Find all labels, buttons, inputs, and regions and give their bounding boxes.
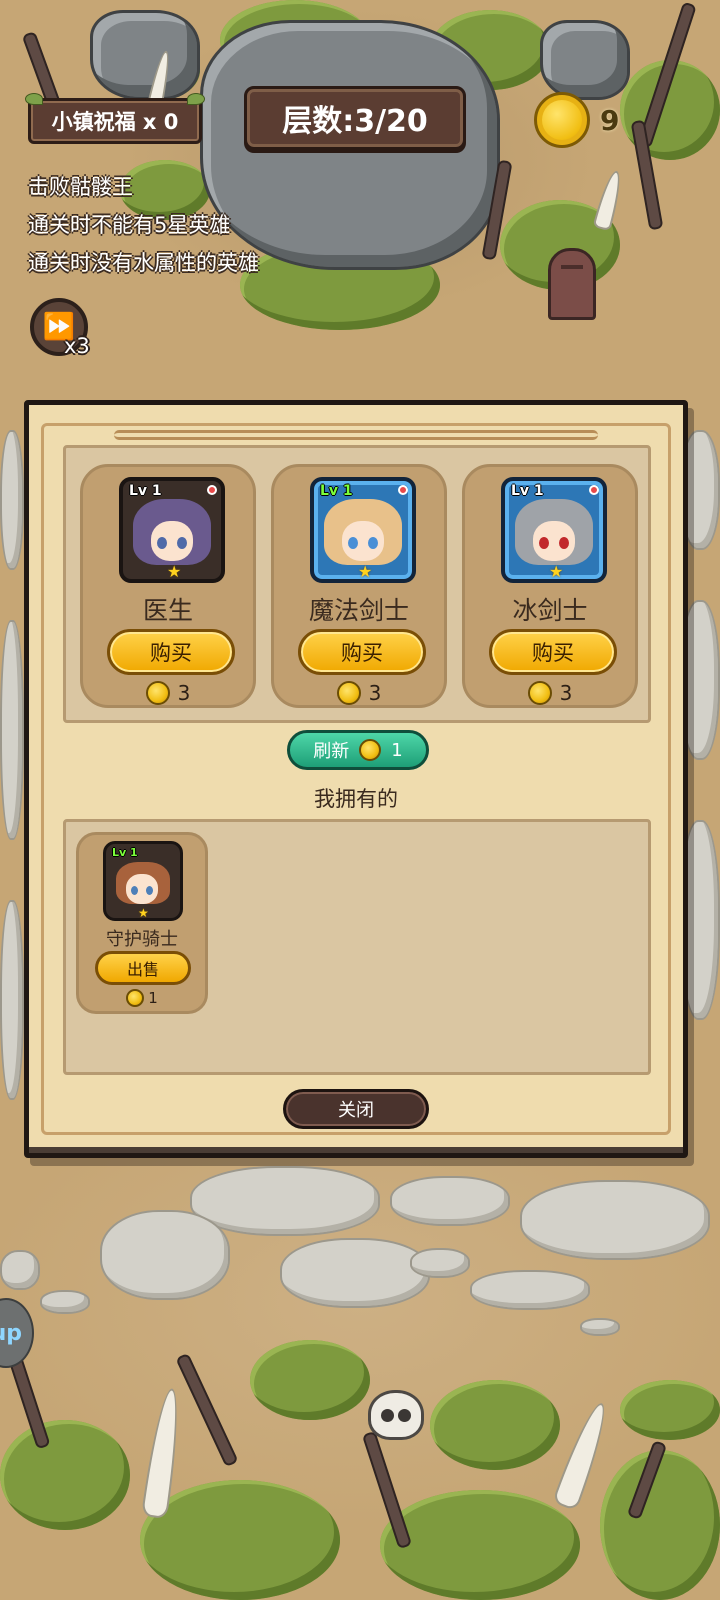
hero-name: 魔法剑士 [308,596,409,625]
objective-1: 击败骷髅王 [28,175,133,199]
gold-coin-icon [527,681,552,705]
star-icon: ★ [138,906,149,920]
owned-heroes-area: Lv 1 ★ 守护骑士 出售 1 [63,819,651,1075]
price-value: 3 [368,681,382,705]
star-icon: ★ [167,562,182,581]
gold-coin-icon [359,739,382,761]
hero-name: 冰剑士 [512,596,588,625]
buy-button[interactable]: 购买 [489,629,617,675]
objective-3: 通关时没有水属性的英雄 [28,251,259,275]
owned-heroes-title: 我拥有的 [314,787,398,811]
shop-hero-card-ice-swordsman: Lv 1 ★ 冰剑士 购买 3 [462,464,638,708]
hero-portrait[interactable]: Lv 1 ★ [501,477,607,583]
sell-button[interactable]: 出售 [95,951,191,985]
gold-coin-icon [534,92,590,148]
owned-hero-card-guardian-knight: Lv 1 ★ 守护骑士 出售 1 [76,832,208,1014]
stage-objectives: 击败骷髅王 通关时不能有5星英雄 通关时没有水属性的英雄 [28,168,259,282]
refresh-button[interactable]: 刷新 1 [287,730,429,770]
shop-offers-area: Lv 1 ★ 医生 购买 3 Lv 1 ★ 魔法剑士 购买 3 Lv 1 ★ 冰… [63,445,651,723]
hero-name: 守护骑士 [106,929,178,950]
price-value: 1 [148,989,158,1007]
price-value: 3 [177,681,191,705]
gold-count: 9 [600,103,620,137]
buy-button[interactable]: 购买 [107,629,235,675]
tombstone [548,248,596,320]
gold-coin-icon [145,681,170,705]
refresh-label: 刷新 [313,741,350,762]
shop-hero-card-magic-swordsman: Lv 1 ★ 魔法剑士 购买 3 [271,464,447,708]
sell-price: 1 [79,989,205,1007]
refresh-cost: 1 [391,739,403,761]
town-blessing-badge[interactable]: 小镇祝福 x 0 [25,93,202,144]
hero-price: 3 [83,681,253,705]
star-icon: ★ [549,562,564,581]
hero-level: Lv 1 [112,846,138,859]
hero-portrait[interactable]: Lv 1 ★ [119,477,225,583]
close-button[interactable]: 关闭 [283,1089,429,1129]
skull-icon [368,1390,424,1440]
hero-shop-panel: Lv 1 ★ 医生 购买 3 Lv 1 ★ 魔法剑士 购买 3 Lv 1 ★ 冰… [24,400,688,1158]
game-speed-label: x3 [64,334,90,358]
hero-level: Lv 1 [511,483,544,499]
gold-coin-icon [336,681,361,705]
hero-price: 3 [465,681,635,705]
price-value: 3 [559,681,573,705]
panel-ornament [114,430,598,440]
hero-name: 医生 [142,596,193,625]
gold-coin-icon [126,989,145,1007]
objective-2: 通关时不能有5星英雄 [28,213,231,237]
buy-button[interactable]: 购买 [298,629,426,675]
gold-display: 9 [534,92,619,148]
side-tab-label: up [0,1320,22,1346]
hero-level: Lv 1 [129,483,162,499]
element-gem-icon [398,485,408,495]
element-gem-icon [589,485,599,495]
hero-price: 3 [274,681,444,705]
floor-counter: 层数:3/20 [244,86,466,150]
hero-level: Lv 1 [320,483,353,499]
star-icon: ★ [358,562,373,581]
hero-portrait[interactable]: Lv 1 ★ [310,477,416,583]
shop-hero-card-doctor: Lv 1 ★ 医生 购买 3 [80,464,256,708]
element-gem-icon [207,485,217,495]
hero-portrait[interactable]: Lv 1 ★ [103,841,183,921]
